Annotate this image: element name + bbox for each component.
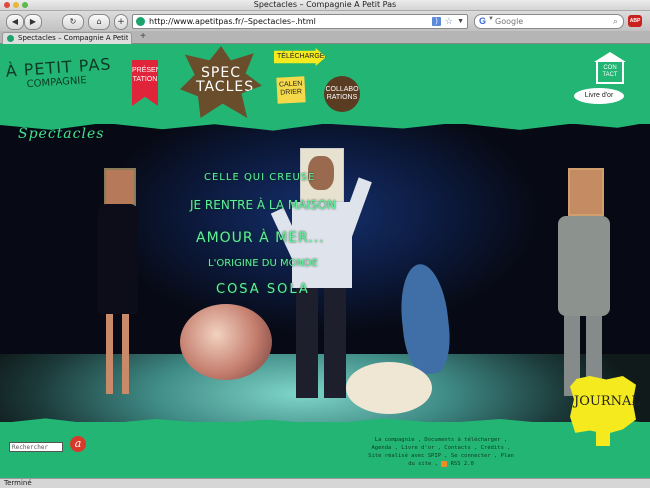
forward-arrow-icon: ▶ (29, 17, 37, 26)
footer-line[interactable]: La compagnie , Documents à télécharger , (352, 436, 530, 444)
home-button[interactable]: ⌂ (88, 14, 110, 30)
show-link[interactable]: Amour à mer... (196, 230, 325, 246)
site-search-go-button[interactable]: a (70, 436, 86, 452)
show-link[interactable]: L'origine du monde (208, 258, 318, 269)
journal-badge-stem (596, 432, 610, 446)
web-search-box[interactable]: G ▼ ⌕ (474, 14, 624, 29)
window-title: Spectacles – Compagnie A Petit Pas (253, 0, 397, 9)
show-link[interactable]: Cosa sola (216, 282, 310, 297)
glass-ball-prop (180, 304, 272, 380)
rss-feed-icon[interactable]: ) (432, 17, 441, 26)
footer-line[interactable]: du site , (408, 461, 438, 467)
footer-band (0, 422, 650, 478)
tab-bar: Spectacles – Compagnie A Petit Pas + (0, 31, 650, 44)
new-tab-button[interactable]: + (137, 32, 149, 42)
rss-icon[interactable] (441, 460, 448, 467)
menu-livre-dor[interactable]: Livre d'or (574, 88, 624, 104)
reload-icon: ↻ (69, 17, 77, 26)
footer-line[interactable]: Agenda , Livre d'or , Contacts , Crédits… (352, 444, 530, 452)
add-bookmark-button[interactable]: + (114, 14, 128, 30)
tab-label: Spectacles – Compagnie A Petit Pas (18, 34, 128, 42)
menu-calendrier[interactable]: CALEN DRIER (276, 76, 306, 104)
browser-toolbar: ◀ ▶ ↻ ⌂ + http://www.apetitpas.fr/–Spect… (0, 11, 650, 31)
menu-spectacles-label: SPEC TACLES (196, 65, 255, 95)
tab-spectacles[interactable]: Spectacles – Compagnie A Petit Pas (2, 32, 132, 44)
back-button[interactable]: ◀ (6, 14, 24, 30)
web-search-input[interactable] (495, 16, 605, 26)
url-bar[interactable]: http://www.apetitpas.fr/–Spectacles–.htm… (132, 14, 468, 29)
footer-links: La compagnie , Documents à télécharger ,… (352, 436, 530, 468)
url-history-dropdown-icon[interactable]: ▼ (457, 15, 464, 28)
menu-contact[interactable]: CON TACT (594, 52, 626, 84)
window-titlebar: Spectacles – Compagnie A Petit Pas (0, 0, 650, 11)
forward-button[interactable]: ▶ (24, 14, 42, 30)
show-link[interactable]: Celle qui creuse (204, 172, 316, 183)
fleece-prop (346, 362, 432, 414)
url-text[interactable]: http://www.apetitpas.fr/–Spectacles–.htm… (149, 15, 316, 28)
home-icon: ⌂ (96, 17, 102, 26)
tab-favicon-icon (7, 35, 14, 42)
back-arrow-icon: ◀ (11, 17, 19, 26)
rss-link[interactable]: RSS 2.0 (451, 461, 474, 467)
engine-dropdown-icon[interactable]: ▼ (488, 16, 494, 22)
page-content: À PETIT PAS COMPAGNIE PRÉSEN TATION SPEC… (0, 44, 650, 478)
menu-telecharger[interactable]: TÉLÉCHARGER (274, 48, 326, 66)
performer-right (554, 168, 614, 398)
stage-photo (0, 124, 650, 478)
menu-collaborations[interactable]: COLLABO RATIONS (324, 76, 360, 112)
footer-line[interactable]: Site réalisé avec SPIP , Se connecter , … (352, 452, 530, 460)
footer-line-last: du site , RSS 2.0 (352, 460, 530, 468)
google-engine-icon[interactable]: G (479, 16, 486, 26)
section-title: Spectacles (18, 126, 105, 142)
performer-left (92, 168, 144, 398)
journal-link[interactable]: JOURNAL (570, 376, 640, 446)
show-link[interactable]: Je rentre à la maison (190, 198, 336, 212)
reload-button[interactable]: ↻ (62, 14, 84, 30)
search-magnifier-icon[interactable]: ⌕ (613, 15, 618, 28)
journal-label: JOURNAL (574, 394, 641, 409)
site-favicon-icon (136, 17, 145, 26)
site-search-input[interactable]: Rechercher (9, 442, 63, 452)
adblock-plus-icon[interactable]: ABP (628, 15, 642, 27)
bookmark-star-icon[interactable]: ☆ (445, 15, 453, 28)
